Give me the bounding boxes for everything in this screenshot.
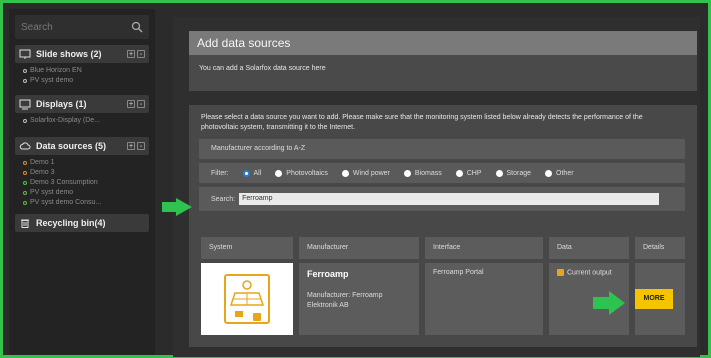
radio-label: CHP — [466, 169, 482, 177]
sidebar-item-demo-1[interactable]: Demo 1 — [23, 158, 149, 168]
sidebar-item-demo-3-consumption[interactable]: Demo 3 Consumption — [23, 178, 149, 188]
manufacturer-detail: Manufacturer: Ferroamp Elektronik AB — [307, 292, 383, 309]
sidebar-item-pv-syst-demo-consu[interactable]: PV syst demo Consu... — [23, 198, 149, 208]
radio-icon[interactable] — [545, 169, 553, 177]
header-system: System — [201, 237, 293, 259]
radio-icon[interactable] — [275, 169, 283, 177]
item-label: Demo 1 — [30, 159, 55, 166]
cloud-icon — [19, 142, 31, 150]
section-displays[interactable]: Displays (1) + - — [15, 95, 149, 113]
add-icon[interactable]: + — [127, 100, 135, 108]
search-input[interactable]: Search — [21, 22, 53, 33]
sidebar-item-pv-syst-demo-ds[interactable]: PV syst demo — [23, 188, 149, 198]
sidebar: Search Slide shows (2) + - Blue Horizon E… — [9, 9, 155, 355]
details-cell: MORE — [635, 263, 685, 335]
manufacturer-search-input[interactable]: Ferroamp — [239, 193, 660, 205]
manufacturer-cell: Ferroamp Manufacturer: Ferroamp Elektron… — [299, 263, 419, 335]
dot-icon — [23, 171, 27, 175]
slideshow-icon — [19, 49, 31, 59]
radio-label: Storage — [506, 169, 532, 177]
sidebar-item-blue-horizon[interactable]: Blue Horizon EN — [23, 66, 149, 76]
radio-icon[interactable] — [341, 169, 349, 177]
app-frame: Search Slide shows (2) + - Blue Horizon E… — [0, 0, 711, 358]
item-label: Solarfox-Display (De... — [30, 117, 101, 124]
section-label: Displays (1) — [36, 99, 87, 109]
radio-label: Wind power — [352, 169, 390, 177]
filter-radio-all[interactable]: All — [242, 169, 262, 177]
dot-icon — [23, 69, 27, 73]
item-label: PV syst demo — [30, 77, 74, 84]
checkbox-icon[interactable] — [557, 269, 564, 276]
header-data: Data — [549, 237, 629, 259]
radio-icon[interactable] — [242, 169, 250, 177]
search-icon[interactable] — [131, 21, 143, 33]
pointer-hand-icon — [593, 291, 625, 315]
sidebar-item-solarfox-display[interactable]: Solarfox-Display (De... — [23, 116, 149, 126]
sidebar-search[interactable]: Search — [15, 15, 149, 39]
dot-icon — [23, 181, 27, 185]
filter-row: Filter: All Photovoltaics Wind power Bio… — [199, 163, 685, 183]
section-slide-shows[interactable]: Slide shows (2) + - — [15, 45, 149, 63]
section-label: Recycling bin(4) — [36, 218, 106, 228]
interface-label: Ferroamp Portal — [433, 269, 484, 276]
radio-label: Biomass — [414, 169, 442, 177]
item-label: PV syst demo Consu... — [30, 199, 102, 206]
dot-icon — [23, 161, 27, 165]
filter-label: Filter: — [211, 169, 229, 177]
section-label: Data sources (5) — [36, 141, 107, 151]
page-subtitle: You can add a Solarfox data source here — [189, 55, 697, 91]
dot-icon — [23, 119, 27, 123]
filter-radio-other[interactable]: Other — [545, 169, 574, 177]
sidebar-item-demo-3[interactable]: Demo 3 — [23, 168, 149, 178]
radio-label: Photovoltaics — [286, 169, 328, 177]
filter-radio-biomass[interactable]: Biomass — [403, 169, 442, 177]
radio-icon[interactable] — [403, 169, 411, 177]
header-manufacturer: Manufacturer — [299, 237, 419, 259]
add-icon[interactable]: + — [127, 50, 135, 58]
filter-radio-photovoltaics[interactable]: Photovoltaics — [275, 169, 328, 177]
dot-icon — [23, 201, 27, 205]
item-label: Demo 3 — [30, 169, 55, 176]
section-recycling-bin[interactable]: Recycling bin(4) — [15, 214, 149, 232]
header-interface: Interface — [425, 237, 543, 259]
interface-cell: Ferroamp Portal — [425, 263, 543, 335]
radio-icon[interactable] — [495, 169, 503, 177]
item-label: Blue Horizon EN — [30, 67, 82, 74]
trash-icon — [21, 219, 29, 228]
search-label: Search: — [211, 195, 236, 203]
more-button[interactable]: MORE — [635, 289, 673, 309]
edit-icon[interactable]: - — [137, 50, 145, 58]
dot-icon — [23, 79, 27, 83]
sort-dropdown[interactable]: Manufacturer according to A-Z — [199, 139, 685, 159]
add-icon[interactable]: + — [127, 142, 135, 150]
filter-radio-chp[interactable]: CHP — [455, 169, 482, 177]
system-logo — [201, 263, 293, 335]
radio-icon[interactable] — [455, 169, 463, 177]
intro-text: Please select a data source you want to … — [201, 114, 643, 131]
section-data-sources[interactable]: Data sources (5) + - — [15, 137, 149, 155]
dot-icon — [23, 191, 27, 195]
data-label: Current output — [567, 269, 612, 277]
page-title: Add data sources — [189, 31, 697, 55]
search-row: Search: Ferroamp — [199, 187, 685, 211]
edit-icon[interactable]: - — [137, 100, 145, 108]
header-details: Details — [635, 237, 685, 259]
pointer-hand-icon — [162, 198, 192, 216]
edit-icon[interactable]: - — [137, 142, 145, 150]
manufacturer-name: Ferroamp — [307, 269, 349, 279]
sidebar-item-pv-syst-demo[interactable]: PV syst demo — [23, 76, 149, 86]
display-icon — [19, 99, 31, 110]
filter-radio-wind-power[interactable]: Wind power — [341, 169, 390, 177]
radio-label: Other — [556, 169, 574, 177]
radio-label: All — [253, 169, 262, 177]
item-label: PV syst demo — [30, 189, 74, 196]
section-label: Slide shows (2) — [36, 49, 102, 59]
item-label: Demo 3 Consumption — [30, 179, 98, 186]
solar-panel-icon — [224, 274, 270, 324]
filter-radio-storage[interactable]: Storage — [495, 169, 532, 177]
